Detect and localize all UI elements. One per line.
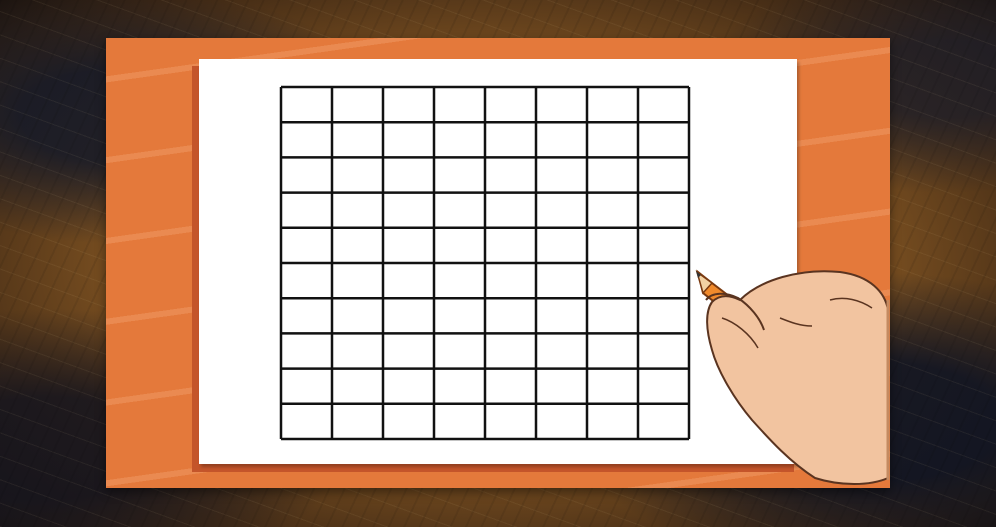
hand-with-pencil <box>695 269 890 485</box>
hand-icon <box>705 270 890 485</box>
